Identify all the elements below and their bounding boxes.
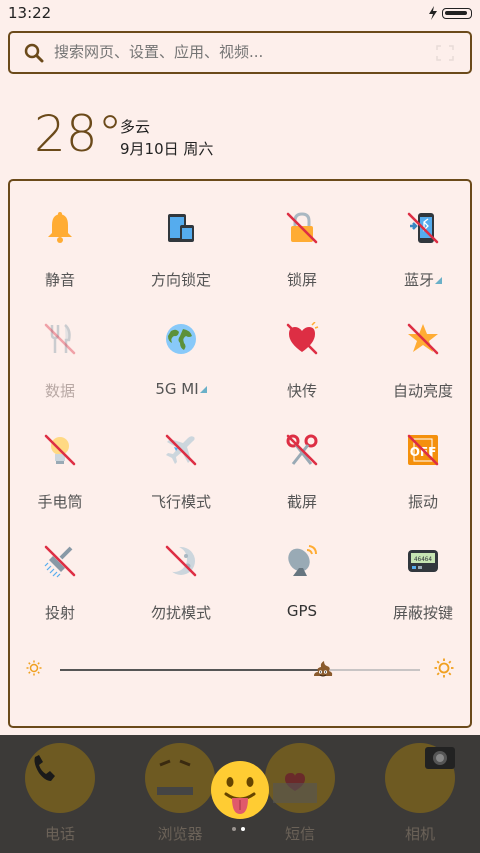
satellite-icon: [288, 545, 317, 576]
quick-tile-label: 方向锁定: [150, 271, 211, 289]
quick-tile[interactable]: 快传: [244, 292, 360, 402]
browser-icon: [145, 743, 215, 813]
dock-item-label: 短信: [284, 825, 315, 843]
quick-tile-label: 飞行模式: [150, 493, 211, 511]
brightness-slider[interactable]: [26, 658, 454, 682]
search-bar[interactable]: [8, 31, 472, 74]
bluetooth-icon: [407, 212, 439, 244]
moon-icon: [164, 545, 197, 577]
dock-item-label: 浏览器: [157, 825, 203, 843]
battery-icon: [442, 8, 472, 19]
quick-tile-label: 振动: [407, 493, 438, 511]
airplane-icon: [165, 434, 197, 466]
page-dot[interactable]: [232, 827, 236, 831]
search-input[interactable]: [54, 33, 434, 72]
quick-tile[interactable]: 蓝牙: [365, 181, 480, 291]
quick-tile[interactable]: 飞行模式: [123, 403, 239, 513]
svg-text:46464: 46464: [414, 556, 432, 563]
quick-tile-label: 蓝牙: [365, 269, 480, 290]
page-indicator: [232, 827, 248, 833]
quick-tile-label: 投射: [44, 604, 75, 622]
tongue-face-icon[interactable]: [210, 760, 270, 820]
quick-tile[interactable]: GPS: [244, 514, 360, 624]
dock-item[interactable]: 相机: [360, 735, 480, 853]
status-time: 13:22: [8, 4, 52, 22]
weather-condition: 多云: [120, 118, 151, 136]
quick-tile-label: 静音: [44, 271, 75, 289]
page-dot[interactable]: [241, 827, 245, 831]
charging-icon: [429, 6, 437, 20]
star-icon: [407, 323, 439, 355]
pager-icon: 46464: [408, 550, 438, 572]
quick-tile[interactable]: 锁屏: [244, 181, 360, 291]
sun-small-icon: [26, 660, 42, 676]
message-icon: [265, 743, 335, 813]
vibrate-icon: OFF: [407, 434, 439, 466]
camera-icon: [385, 743, 455, 813]
globe-icon: [166, 324, 196, 354]
bulb-icon: [44, 434, 76, 466]
menu-indicator-icon: [435, 277, 442, 284]
bell-icon: [48, 212, 72, 243]
phone-icon: [25, 743, 95, 813]
quick-tile[interactable]: OFF 振动: [365, 403, 480, 513]
menu-indicator-icon: [199, 386, 207, 393]
sun-large-icon: [434, 658, 454, 678]
lock-icon: [286, 212, 318, 244]
quick-tile[interactable]: 手电筒: [2, 403, 118, 513]
brightness-track[interactable]: [60, 661, 420, 677]
heart-icon: [286, 322, 319, 355]
quick-tile-label: 手电筒: [37, 493, 83, 511]
quick-tile-label: 截屏: [286, 493, 317, 511]
quick-tile[interactable]: 数据: [2, 292, 118, 402]
quick-tile-label: 快传: [286, 382, 317, 400]
shower-icon: [44, 545, 76, 578]
brightness-fill: [60, 669, 323, 671]
quick-tile-label: GPS: [286, 602, 318, 620]
quick-tile[interactable]: 5G MI: [123, 292, 239, 402]
scan-icon[interactable]: [436, 45, 454, 61]
quick-tile[interactable]: 46464 屏蔽按键: [365, 514, 480, 624]
dock-item[interactable]: 电话: [0, 735, 120, 853]
quick-tile[interactable]: 投射: [2, 514, 118, 624]
quick-tile-label: 数据: [44, 382, 75, 400]
quick-tile-label: 锁屏: [286, 271, 317, 289]
dock-item-label: 相机: [404, 825, 435, 843]
dock-item-label: 电话: [44, 825, 75, 843]
quick-tile[interactable]: 截屏: [244, 403, 360, 513]
scissors-icon: [286, 434, 318, 466]
weather-date: 9月10日 周六: [120, 140, 214, 158]
quick-tile-label: 自动亮度: [392, 382, 453, 400]
quick-tile[interactable]: 勿扰模式: [123, 514, 239, 624]
quick-tile-label: 勿扰模式: [150, 604, 211, 622]
search-icon: [24, 43, 44, 63]
quick-settings-panel: 静音 方向锁定 锁屏 蓝牙 数据 5G MI 快传 自动亮度 手电筒 飞行模式 截屏 OFF 振动 投射勿…: [8, 179, 472, 728]
quick-tile-label: 屏蔽按键: [392, 604, 453, 622]
quick-tile[interactable]: 方向锁定: [123, 181, 239, 291]
temperature: 28°: [34, 105, 123, 163]
quick-tile[interactable]: 自动亮度: [365, 292, 480, 402]
phone-rotation-lock-icon: [168, 214, 194, 242]
fork-knife-icon: [44, 323, 76, 355]
quick-tile-label: 5G MI: [123, 380, 239, 398]
poop-icon[interactable]: [312, 657, 334, 679]
quick-tile[interactable]: 静音: [2, 181, 118, 291]
status-bar: 13:22: [0, 0, 480, 26]
